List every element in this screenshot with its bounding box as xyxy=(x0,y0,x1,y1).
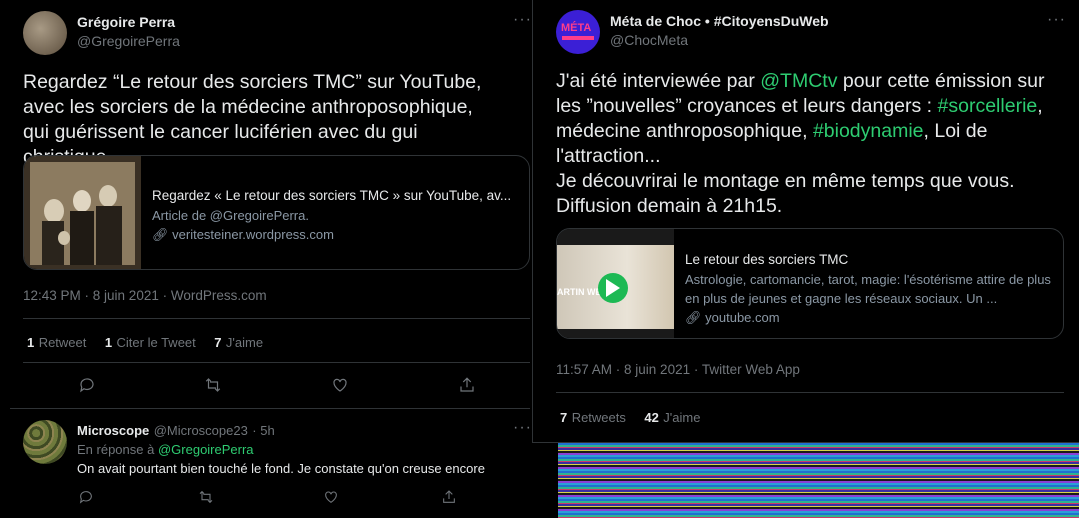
reply-to-mention[interactable]: @GregoirePerra xyxy=(158,442,254,457)
text-segment: Je découvrirai le montage en même temps … xyxy=(556,170,1015,192)
reply-time[interactable]: · 5h xyxy=(252,423,274,438)
card-domain-row: 🔗︎ veritesteiner.wordpress.com xyxy=(152,225,334,244)
reply-author-handle[interactable]: @Microscope23 xyxy=(154,423,248,438)
card-domain-row: 🔗︎ youtube.com xyxy=(685,308,780,327)
divider xyxy=(23,318,530,319)
avatar[interactable] xyxy=(23,11,67,55)
retweet-label[interactable]: Retweets xyxy=(572,410,626,425)
link-icon: 🔗︎ xyxy=(152,227,169,242)
reply-prefix: En réponse à xyxy=(77,442,155,457)
like-count[interactable]: 42 xyxy=(644,410,658,425)
reply-author-name[interactable]: Microscope xyxy=(77,423,149,438)
card-thumbnail xyxy=(24,156,141,269)
link-icon: 🔗︎ xyxy=(685,310,702,325)
link-card[interactable]: Regardez « Le retour des sorciers TMC » … xyxy=(23,155,530,270)
reply-icon[interactable] xyxy=(78,489,94,505)
author-handle[interactable]: @GregoirePerra xyxy=(77,33,180,49)
more-icon[interactable]: ··· xyxy=(513,419,532,437)
share-icon[interactable] xyxy=(458,376,476,394)
reply-header: Microscope @Microscope23 · 5h xyxy=(77,422,275,440)
card-title: Le retour des sorciers TMC xyxy=(685,252,849,267)
hashtag-biodynamie[interactable]: #biodynamie xyxy=(813,120,924,142)
author-name[interactable]: Méta de Choc • #CitoyensDuWeb xyxy=(610,13,829,29)
card-desc: Astrologie, cartomancie, tarot, magie: l… xyxy=(685,272,1051,306)
card-thumbnail: ARTIN WEIL xyxy=(557,229,674,338)
reply-context: En réponse à @GregoirePerra xyxy=(77,442,254,457)
avatar-text: MÉTA xyxy=(561,22,592,34)
more-icon[interactable]: ··· xyxy=(1047,11,1066,29)
card-title: Regardez « Le retour des sorciers TMC » … xyxy=(152,188,512,203)
avatar-stripe xyxy=(562,36,594,40)
hashtag-sorcellerie[interactable]: #sorcellerie xyxy=(938,95,1038,117)
like-label[interactable]: J'aime xyxy=(226,335,263,350)
tweet-text: J'ai été interviewée par @TMCtv pour cet… xyxy=(556,69,1066,219)
right-tweet-panel: MÉTA Méta de Choc • #CitoyensDuWeb @Choc… xyxy=(532,0,1079,443)
left-tweet: Grégoire Perra @GregoirePerra ··· Regard… xyxy=(0,0,532,408)
like-label[interactable]: J'aime xyxy=(663,410,700,425)
reply-text: On avait pourtant bien touché le fond. J… xyxy=(77,461,485,476)
quote-label[interactable]: Citer le Tweet xyxy=(117,335,196,350)
youtube-card[interactable]: ARTIN WEIL Le retour des sorciers TMC As… xyxy=(556,228,1064,339)
play-icon[interactable] xyxy=(598,273,628,303)
retweet-label[interactable]: Retweet xyxy=(39,335,87,350)
like-icon[interactable] xyxy=(331,376,349,394)
share-icon[interactable] xyxy=(441,489,457,505)
card-desc: Article de @GregoirePerra. xyxy=(152,208,309,223)
timestamp[interactable]: 11:57 AM · 8 juin 2021 · Twitter Web App xyxy=(556,362,800,377)
divider xyxy=(23,362,530,363)
reply-avatar[interactable] xyxy=(23,420,67,464)
author-handle[interactable]: @ChocMeta xyxy=(610,32,688,48)
retweet-icon[interactable] xyxy=(198,489,214,505)
stats-row: 7 Retweets 42 J'aime xyxy=(560,409,700,427)
action-bar xyxy=(78,376,478,398)
timestamp[interactable]: 12:43 PM · 8 juin 2021 · WordPress.com xyxy=(23,288,267,303)
text-segment: Diffusion demain à 21h15. xyxy=(556,195,783,217)
card-domain: youtube.com xyxy=(705,310,780,325)
retweet-icon[interactable] xyxy=(204,376,222,394)
retweet-count[interactable]: 7 xyxy=(560,410,567,425)
like-count[interactable]: 7 xyxy=(214,335,221,350)
reply-tweet[interactable]: Microscope @Microscope23 · 5h ··· En rép… xyxy=(0,409,532,518)
reply-icon[interactable] xyxy=(78,376,96,394)
text-segment: J'ai été interviewée par xyxy=(556,70,761,92)
retweet-count[interactable]: 1 xyxy=(27,335,34,350)
reply-action-bar xyxy=(78,489,478,509)
more-icon[interactable]: ··· xyxy=(513,11,532,29)
divider xyxy=(556,392,1064,393)
author-name[interactable]: Grégoire Perra xyxy=(77,14,175,30)
glitch-stripes xyxy=(558,443,1079,518)
quote-count[interactable]: 1 xyxy=(105,335,112,350)
stats-row: 1 Retweet 1 Citer le Tweet 7 J'aime xyxy=(27,334,263,352)
like-icon[interactable] xyxy=(323,489,339,505)
card-domain: veritesteiner.wordpress.com xyxy=(172,227,334,242)
mention-tmctv[interactable]: @TMCtv xyxy=(760,70,837,92)
avatar[interactable]: MÉTA xyxy=(556,10,600,54)
